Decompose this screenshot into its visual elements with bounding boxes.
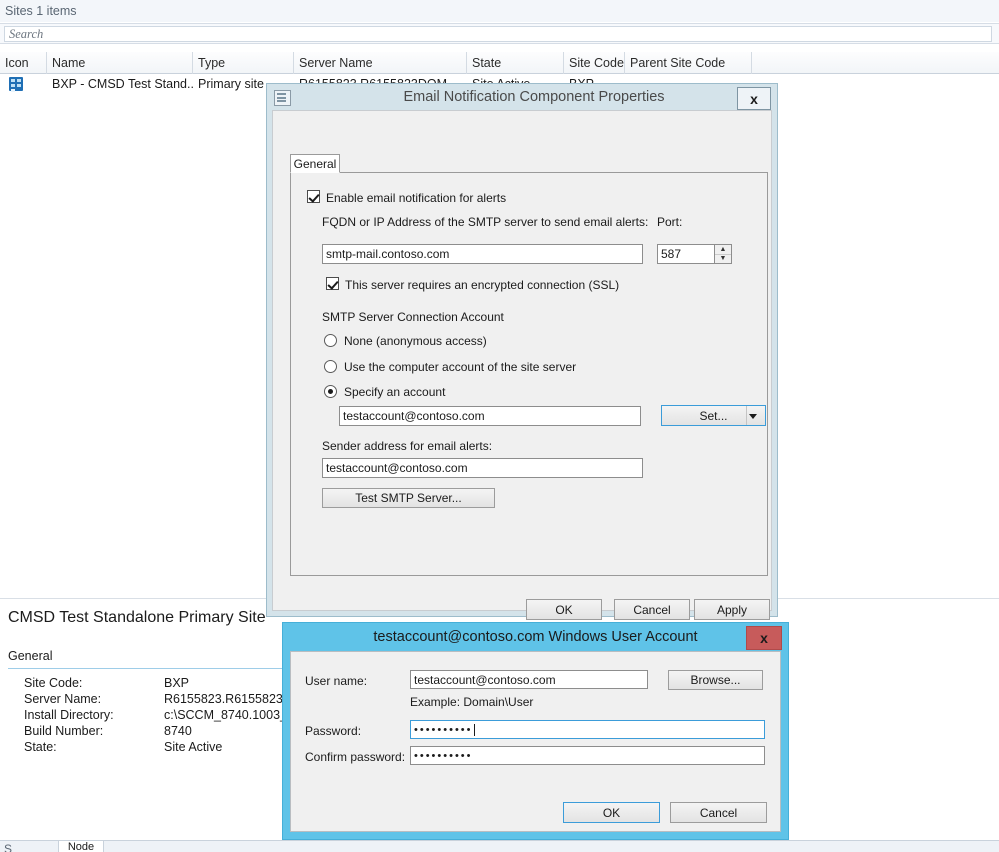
port-spinner[interactable]: ▲ ▼ [715, 244, 732, 264]
set-account-button-label: Set... [699, 408, 728, 423]
user-dialog-cancel-button[interactable]: Cancel [670, 802, 767, 823]
port-spinner-up-icon[interactable]: ▲ [715, 245, 731, 255]
smtp-server-input[interactable]: smtp-mail.contoso.com [322, 244, 643, 264]
tab-general[interactable]: General [290, 154, 340, 173]
radio-none-anonymous[interactable] [324, 334, 337, 347]
email-dialog-titlebar[interactable]: Email Notification Component Properties … [267, 84, 777, 110]
detail-row-site-code: Site Code: BXP [24, 676, 290, 692]
enable-email-notification-label: Enable email notification for alerts [326, 191, 507, 205]
column-header-server-name[interactable]: Server Name [294, 52, 467, 74]
radio-computer-account-label: Use the computer account of the site ser… [344, 360, 577, 374]
bottom-left-text: S [4, 842, 13, 852]
confirm-password-input[interactable]: •••••••••• [410, 746, 765, 765]
set-button-divider [746, 406, 747, 425]
detail-field-table: Site Code: BXP Server Name: R6155823.R61… [24, 676, 290, 756]
ssl-required-label: This server requires an encrypted connec… [345, 278, 620, 292]
detail-label-state: State: [24, 740, 57, 754]
site-icon [9, 77, 23, 91]
column-header-icon[interactable]: Icon [0, 52, 47, 74]
account-input[interactable]: testaccount@contoso.com [339, 406, 641, 426]
tab-panel-general: Enable email notification for alerts FQD… [290, 172, 768, 576]
detail-pane-title: CMSD Test Standalone Primary Site [8, 609, 266, 626]
column-header-parent-site-code[interactable]: Parent Site Code [625, 52, 752, 74]
email-dialog-title: Email Notification Component Properties [403, 89, 665, 105]
grid-header: Icon Name Type Server Name State Site Co… [0, 52, 999, 74]
column-header-type[interactable]: Type [193, 52, 294, 74]
username-input[interactable]: testaccount@contoso.com [410, 670, 648, 689]
bottom-tabstrip [0, 840, 999, 852]
port-spinner-down-icon[interactable]: ▼ [715, 255, 731, 264]
password-input-value: •••••••••• [414, 723, 473, 736]
row-icon-cell [0, 74, 47, 94]
ssl-required-checkbox[interactable] [326, 277, 339, 290]
smtp-server-label: FQDN or IP Address of the SMTP server to… [322, 215, 649, 229]
email-notification-dialog: Email Notification Component Properties … [266, 83, 778, 620]
browse-button[interactable]: Browse... [668, 670, 763, 690]
detail-value-server-name: R6155823.R61558231 [164, 692, 290, 706]
port-label: Port: [657, 215, 683, 229]
console-header-title: Sites 1 items [5, 4, 77, 18]
detail-label-install-directory: Install Directory: [24, 708, 114, 722]
user-dialog-ok-button[interactable]: OK [563, 802, 660, 823]
test-smtp-server-button[interactable]: Test SMTP Server... [322, 488, 495, 508]
column-header-filler [752, 52, 999, 74]
text-caret [473, 723, 475, 736]
radio-none-anonymous-label: None (anonymous access) [344, 334, 487, 348]
email-dialog-cancel-button[interactable]: Cancel [614, 599, 690, 620]
sender-address-label: Sender address for email alerts: [322, 439, 493, 453]
detail-section-label: General [8, 649, 53, 663]
radio-specify-account[interactable] [324, 385, 337, 398]
detail-value-install-directory: c:\SCCM_8740.1003_ [164, 708, 287, 722]
username-label: User name: [305, 674, 368, 688]
email-dialog-body: General Enable email notification for al… [272, 110, 772, 620]
search-input[interactable]: Search [4, 26, 992, 42]
detail-value-build-number: 8740 [164, 724, 192, 738]
detail-value-site-code: BXP [164, 676, 190, 690]
smtp-account-group-label: SMTP Server Connection Account [322, 310, 504, 324]
user-dialog-titlebar[interactable]: testaccount@contoso.com Windows User Acc… [283, 623, 788, 651]
confirm-password-label: Confirm password: [305, 750, 406, 764]
detail-row-install-directory: Install Directory: c:\SCCM_8740.1003_ [24, 708, 290, 724]
detail-label-server-name: Server Name: [24, 692, 102, 706]
user-dialog-body: User name: testaccount@contoso.com Brows… [290, 651, 781, 832]
sender-address-input[interactable]: testaccount@contoso.com [322, 458, 643, 478]
email-dialog-apply-button[interactable]: Apply [694, 599, 770, 620]
port-input[interactable]: 587 [657, 244, 715, 264]
row-name: BXP - CMSD Test Stand... [52, 77, 193, 91]
email-dialog-ok-button[interactable]: OK [526, 599, 602, 620]
column-header-state[interactable]: State [467, 52, 564, 74]
set-account-button[interactable]: Set... [661, 405, 766, 426]
radio-computer-account[interactable] [324, 360, 337, 373]
windows-user-account-dialog: testaccount@contoso.com Windows User Acc… [282, 622, 789, 840]
detail-row-build-number: Build Number: 8740 [24, 724, 290, 740]
column-header-site-code[interactable]: Site Code [564, 52, 625, 74]
password-input[interactable]: •••••••••• [410, 720, 765, 739]
user-dialog-title: testaccount@contoso.com Windows User Acc… [373, 629, 698, 645]
search-bar: Search [0, 23, 999, 44]
screen-root: Sites 1 items Search Icon Name Type Serv… [0, 0, 999, 852]
detail-label-build-number: Build Number: [24, 724, 104, 738]
console-header: Sites 1 items [0, 0, 999, 22]
close-icon[interactable]: x [737, 87, 771, 110]
bottom-tab-node[interactable]: Node [58, 840, 104, 852]
detail-row-server-name: Server Name: R6155823.R61558231 [24, 692, 290, 708]
detail-row-state: State: Site Active [24, 740, 290, 756]
column-header-name[interactable]: Name [47, 52, 193, 74]
chevron-down-icon[interactable] [749, 413, 757, 419]
radio-specify-account-label: Specify an account [344, 385, 446, 399]
password-label: Password: [305, 724, 362, 738]
detail-value-state: Site Active [164, 740, 223, 754]
close-icon[interactable]: x [746, 626, 782, 650]
username-example-text: Example: Domain\User [410, 695, 534, 709]
enable-email-notification-checkbox[interactable] [307, 190, 320, 203]
window-app-icon [274, 90, 291, 106]
detail-label-site-code: Site Code: [24, 676, 83, 690]
